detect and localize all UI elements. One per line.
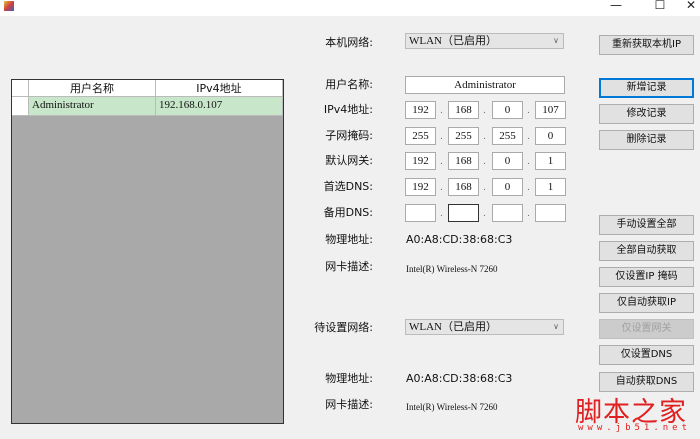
octet-separator: . bbox=[527, 157, 530, 167]
refresh-local-ip-button[interactable]: 重新获取本机IP bbox=[599, 35, 694, 55]
octet-separator: . bbox=[483, 209, 486, 219]
target-network-label: 待设置网络: bbox=[314, 321, 373, 334]
auto-ip-only-button[interactable]: 仅自动获取IP bbox=[599, 293, 694, 313]
ipv4-octet-1-input[interactable]: 192 bbox=[405, 101, 436, 119]
username-input[interactable]: Administrator bbox=[405, 76, 565, 94]
title-bar: — ☐ ✕ bbox=[0, 0, 700, 16]
dns2-octet-4-input[interactable] bbox=[535, 204, 566, 222]
username-label: 用户名称: bbox=[325, 78, 373, 91]
chevron-down-icon: ∨ bbox=[553, 322, 559, 331]
auto-dns-button[interactable]: 自动获取DNS bbox=[599, 372, 694, 392]
dns1-octet-4-input[interactable]: 1 bbox=[535, 178, 566, 196]
gateway-label: 默认网关: bbox=[325, 154, 373, 167]
local-network-value: WLAN（已启用） bbox=[409, 35, 497, 47]
minimize-button[interactable]: — bbox=[601, 0, 631, 14]
target-nic-desc-value: Intel(R) Wireless-N 7260 bbox=[406, 402, 498, 412]
octet-separator: . bbox=[527, 183, 530, 193]
dns2-label: 备用DNS: bbox=[323, 206, 373, 219]
octet-separator: . bbox=[527, 209, 530, 219]
gateway-octet-1-input[interactable]: 192 bbox=[405, 152, 436, 170]
mask-octet-1-input[interactable]: 255 bbox=[405, 127, 436, 145]
octet-separator: . bbox=[483, 132, 486, 142]
mask-octet-4-input[interactable]: 0 bbox=[535, 127, 566, 145]
target-nic-desc-label: 网卡描述: bbox=[325, 398, 373, 411]
set-ip-mask-only-button[interactable]: 仅设置IP 掩码 bbox=[599, 267, 694, 287]
gateway-octet-3-input[interactable]: 0 bbox=[492, 152, 523, 170]
dns2-octet-3-input[interactable] bbox=[492, 204, 523, 222]
dns1-octet-2-input[interactable]: 168 bbox=[448, 178, 479, 196]
dns2-octet-1-input[interactable] bbox=[405, 204, 436, 222]
records-grid[interactable]: 用户名称 IPv4地址 Administrator 192.168.0.107 bbox=[11, 79, 284, 424]
octet-separator: . bbox=[440, 106, 443, 116]
row-header-corner bbox=[12, 80, 29, 97]
gateway-octet-4-input[interactable]: 1 bbox=[535, 152, 566, 170]
nic-desc-label: 网卡描述: bbox=[325, 260, 373, 273]
local-network-select[interactable]: WLAN（已启用） ∨ bbox=[405, 33, 564, 49]
ipv4-octet-3-input[interactable]: 0 bbox=[492, 101, 523, 119]
octet-separator: . bbox=[483, 183, 486, 193]
edit-record-button[interactable]: 修改记录 bbox=[599, 104, 694, 124]
target-network-value: WLAN（已启用） bbox=[409, 321, 497, 333]
local-network-label: 本机网络: bbox=[325, 36, 373, 49]
set-gateway-only-button: 仅设置网关 bbox=[599, 319, 694, 339]
close-button[interactable]: ✕ bbox=[676, 0, 700, 14]
dns2-octet-2-input[interactable] bbox=[448, 204, 479, 222]
target-mac-value: A0:A8:CD:38:68:C3 bbox=[406, 372, 513, 385]
octet-separator: . bbox=[483, 157, 486, 167]
table-cell-username[interactable]: Administrator bbox=[29, 97, 156, 116]
ipv4-octet-2-input[interactable]: 168 bbox=[448, 101, 479, 119]
row-header[interactable] bbox=[12, 97, 29, 116]
target-mac-label: 物理地址: bbox=[325, 372, 373, 385]
add-record-button[interactable]: 新增记录 bbox=[599, 78, 694, 98]
mask-octet-3-input[interactable]: 255 bbox=[492, 127, 523, 145]
manual-set-all-button[interactable]: 手动设置全部 bbox=[599, 215, 694, 235]
mask-octet-2-input[interactable]: 255 bbox=[448, 127, 479, 145]
ipv4-label: IPv4地址: bbox=[323, 103, 373, 116]
dns1-octet-1-input[interactable]: 192 bbox=[405, 178, 436, 196]
app-icon bbox=[4, 1, 14, 11]
ipv4-octet-4-input[interactable]: 107 bbox=[535, 101, 566, 119]
table-cell-ipv4[interactable]: 192.168.0.107 bbox=[156, 97, 283, 116]
delete-record-button[interactable]: 删除记录 bbox=[599, 130, 694, 150]
octet-separator: . bbox=[483, 106, 486, 116]
octet-separator: . bbox=[527, 132, 530, 142]
column-header-ipv4[interactable]: IPv4地址 bbox=[156, 80, 283, 97]
octet-separator: . bbox=[440, 157, 443, 167]
target-network-select[interactable]: WLAN（已启用） ∨ bbox=[405, 319, 564, 335]
gateway-octet-2-input[interactable]: 168 bbox=[448, 152, 479, 170]
column-header-username[interactable]: 用户名称 bbox=[29, 80, 156, 97]
dns1-octet-3-input[interactable]: 0 bbox=[492, 178, 523, 196]
set-dns-only-button[interactable]: 仅设置DNS bbox=[599, 345, 694, 365]
mac-value: A0:A8:CD:38:68:C3 bbox=[406, 233, 513, 246]
mask-label: 子网掩码: bbox=[325, 129, 373, 142]
dns1-label: 首选DNS: bbox=[323, 180, 373, 193]
mac-label: 物理地址: bbox=[325, 233, 373, 246]
maximize-button[interactable]: ☐ bbox=[645, 0, 675, 14]
octet-separator: . bbox=[440, 132, 443, 142]
nic-desc-value: Intel(R) Wireless-N 7260 bbox=[406, 264, 498, 274]
auto-all-button[interactable]: 全部自动获取 bbox=[599, 241, 694, 261]
octet-separator: . bbox=[527, 106, 530, 116]
octet-separator: . bbox=[440, 209, 443, 219]
chevron-down-icon: ∨ bbox=[553, 36, 559, 45]
octet-separator: . bbox=[440, 183, 443, 193]
watermark-url: www.jb51.net bbox=[578, 423, 692, 433]
